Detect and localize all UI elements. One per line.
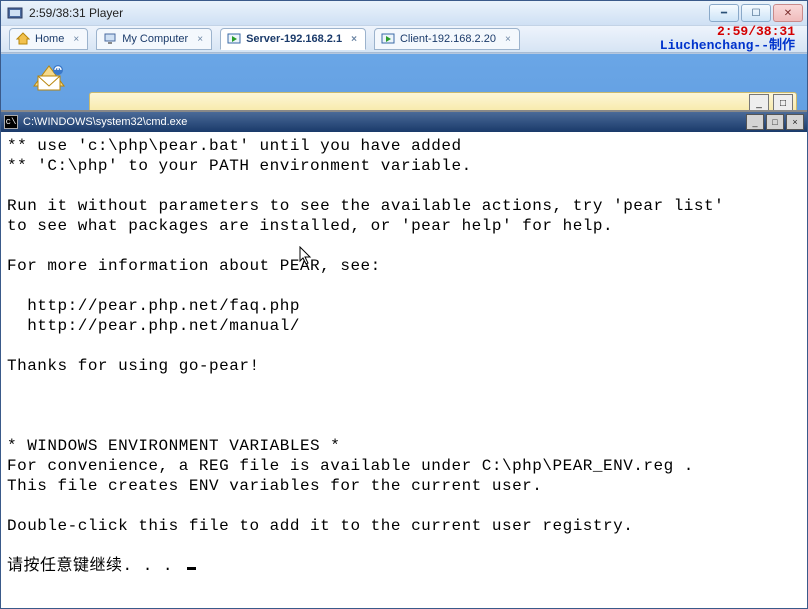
- home-icon: [16, 32, 30, 46]
- cmd-title: C:\WINDOWS\system32\cmd.exe: [23, 116, 187, 128]
- tab-close-icon[interactable]: ×: [351, 34, 357, 45]
- cmd-output[interactable]: ** use 'c:\php\pear.bat' until you have …: [1, 132, 807, 608]
- tab-close-icon[interactable]: ×: [73, 34, 79, 45]
- tab-label: Home: [35, 33, 64, 45]
- tab-client[interactable]: Client-192.168.2.20 ×: [374, 28, 520, 50]
- mail-icon[interactable]: [29, 58, 69, 98]
- tab-label: Client-192.168.2.20: [400, 33, 496, 45]
- player-title: 2:59/38:31 Player: [29, 6, 123, 20]
- tab-close-icon[interactable]: ×: [197, 34, 203, 45]
- tab-row: Home × My Computer × Server-192.168.2.1 …: [1, 25, 807, 53]
- cmd-window: c\ C:\WINDOWS\system32\cmd.exe _ □ × ** …: [1, 110, 807, 608]
- player-icon: [7, 5, 23, 21]
- maximize-button[interactable]: ☐: [741, 4, 771, 22]
- player-titlebar: 2:59/38:31 Player ━ ☐ ✕: [1, 1, 807, 25]
- computer-icon: [103, 32, 117, 46]
- tab-my-computer[interactable]: My Computer ×: [96, 28, 212, 50]
- close-button[interactable]: ✕: [773, 4, 803, 22]
- cmd-minimize-button[interactable]: _: [746, 114, 764, 130]
- player-window-controls: ━ ☐ ✕: [709, 4, 807, 22]
- tab-close-icon[interactable]: ×: [505, 34, 511, 45]
- player-window: 2:59/38:31 Player ━ ☐ ✕ Home × My Comput…: [0, 0, 808, 609]
- overlay-author: Liuchenchang--制作: [660, 39, 795, 53]
- tab-label: My Computer: [122, 33, 188, 45]
- vm-running-icon: [381, 32, 395, 46]
- overlay-timer: 2:59/38:31: [660, 25, 795, 39]
- cmd-maximize-button[interactable]: □: [766, 114, 784, 130]
- vm-running-icon: [227, 32, 241, 46]
- cmd-close-button[interactable]: ×: [786, 114, 804, 130]
- tab-home[interactable]: Home ×: [9, 28, 88, 50]
- minimize-button[interactable]: ━: [709, 4, 739, 22]
- tab-label: Server-192.168.2.1: [246, 33, 342, 45]
- cmd-window-controls: _ □ ×: [746, 114, 804, 130]
- cmd-titlebar[interactable]: c\ C:\WINDOWS\system32\cmd.exe _ □ ×: [1, 112, 807, 132]
- cmd-text: ** use 'c:\php\pear.bat' until you have …: [7, 137, 724, 575]
- tab-server[interactable]: Server-192.168.2.1 ×: [220, 28, 366, 50]
- cmd-icon: c\: [4, 115, 18, 129]
- guest-desktop[interactable]: _ □ c\ C:\WINDOWS\system32\cmd.exe _ □ ×…: [1, 53, 807, 608]
- overlay-info: 2:59/38:31 Liuchenchang--制作: [660, 25, 799, 52]
- cmd-cursor: [187, 567, 196, 570]
